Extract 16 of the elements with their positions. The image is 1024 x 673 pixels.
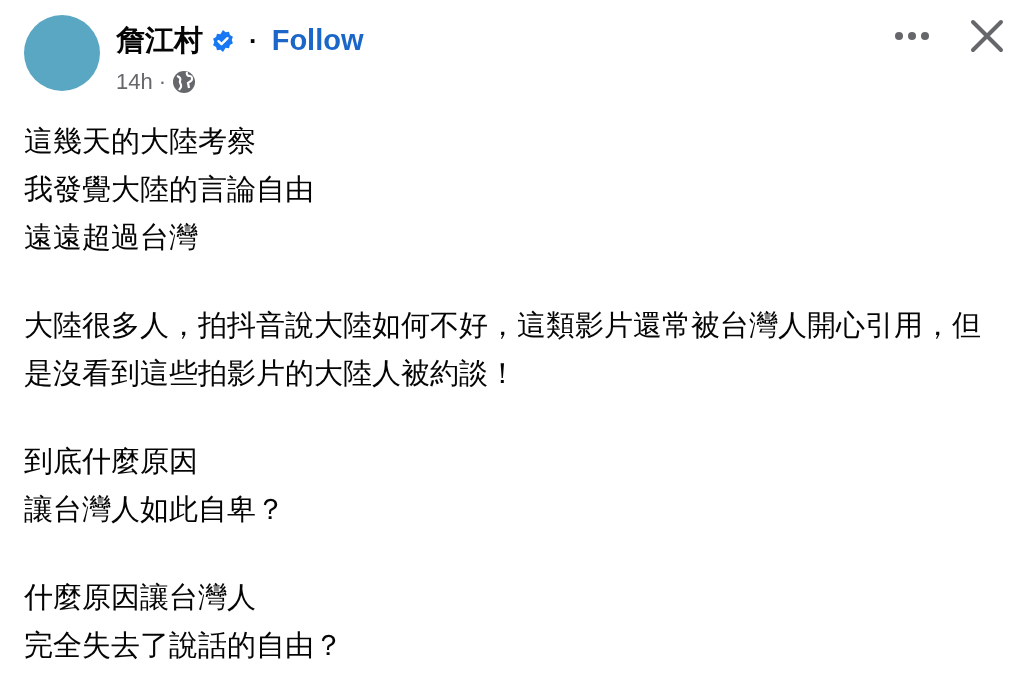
- time-separator: ·: [158, 68, 167, 96]
- post-text: 我發覺大陸的言論自由: [24, 171, 315, 208]
- post-text: 這幾天的大陸考察: [24, 123, 257, 160]
- follow-link[interactable]: Follow: [271, 19, 364, 63]
- post-text: 到底什麼原因: [24, 443, 199, 480]
- author-name[interactable]: 詹江村: [116, 19, 203, 63]
- post-text: 讓台灣人如此自卑？: [24, 491, 286, 528]
- post-text: 完全失去了說話的自由？: [24, 627, 344, 664]
- post-text: 大陸很多人，拍抖音說大陸如何不好，這類影片還常被台灣人開心引用，但是沒看到這些拍影片的大陸人被約談！: [24, 307, 982, 392]
- more-options-icon[interactable]: [894, 31, 930, 41]
- post-text: 什麼原因讓台灣人: [24, 579, 257, 616]
- post-time[interactable]: 14h: [116, 65, 153, 98]
- separator-dot: ·: [249, 24, 258, 58]
- close-icon[interactable]: [970, 19, 1004, 53]
- globe-icon: [172, 69, 197, 94]
- post-text: 遠遠超過台灣: [24, 219, 199, 256]
